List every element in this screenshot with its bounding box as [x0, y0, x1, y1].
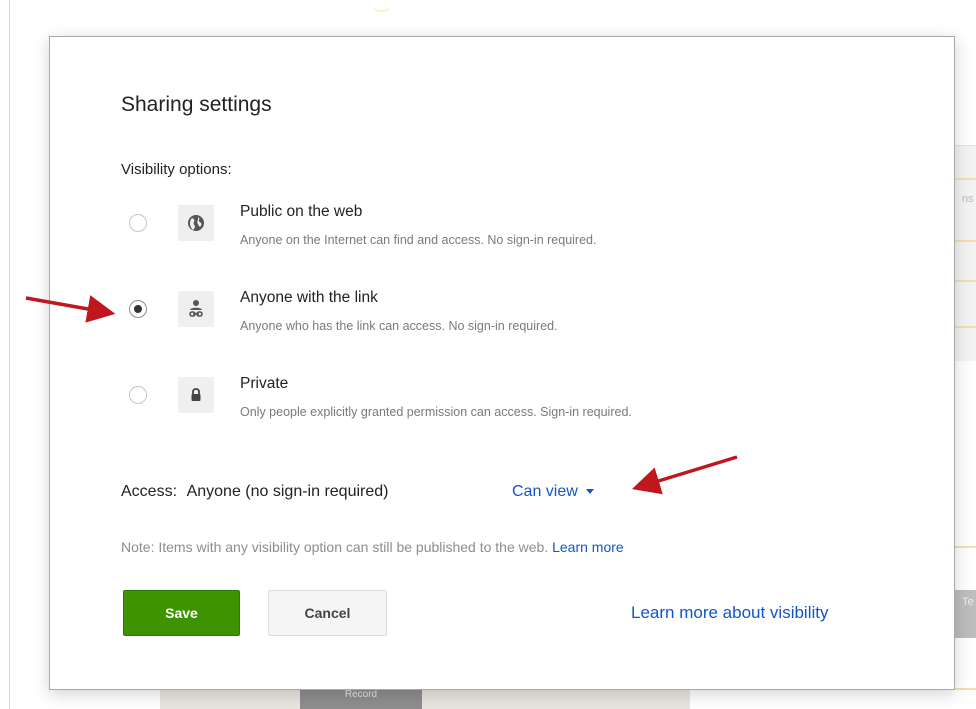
- save-button[interactable]: Save: [123, 590, 240, 636]
- lock-icon: [178, 377, 214, 413]
- option-public-on-web[interactable]: Public on the web Anyone on the Internet…: [124, 201, 824, 261]
- sharing-settings-dialog: Sharing settings Visibility options: Pub…: [49, 36, 955, 690]
- background-divider: [9, 0, 10, 709]
- option-title: Anyone with the link: [240, 289, 378, 306]
- globe-icon: [178, 205, 214, 241]
- background-text-fragment: ns: [962, 193, 974, 205]
- note-body: Note: Items with any visibility option c…: [121, 539, 549, 555]
- radio-public-on-web[interactable]: [129, 214, 147, 232]
- background-button-label: Record: [344, 689, 378, 700]
- option-description: Anyone on the Internet can find and acce…: [240, 233, 597, 247]
- option-description: Anyone who has the link can access. No s…: [240, 319, 558, 333]
- option-anyone-with-link[interactable]: Anyone with the link Anyone who has the …: [124, 287, 824, 347]
- radio-private[interactable]: [129, 386, 147, 404]
- background-tab-label: Te: [962, 596, 974, 608]
- visibility-options-label: Visibility options:: [121, 161, 232, 178]
- access-row: Access: Anyone (no sign-in required): [121, 483, 388, 501]
- option-title: Public on the web: [240, 203, 363, 220]
- option-title: Private: [240, 375, 289, 392]
- note-text: Note: Items with any visibility option c…: [121, 539, 624, 555]
- dialog-title: Sharing settings: [121, 93, 272, 116]
- radio-selected-dot: [134, 305, 142, 313]
- access-value: Anyone (no sign-in required): [186, 483, 389, 500]
- person-link-icon: [178, 291, 214, 327]
- learn-more-visibility-link[interactable]: Learn more about visibility: [631, 603, 828, 623]
- option-description: Only people explicitly granted permissio…: [240, 405, 632, 419]
- access-label: Access:: [121, 483, 178, 500]
- radio-anyone-with-link[interactable]: [129, 300, 147, 318]
- learn-more-link[interactable]: Learn more: [552, 539, 624, 555]
- permission-dropdown[interactable]: Can view: [512, 483, 594, 501]
- option-private[interactable]: Private Only people explicitly granted p…: [124, 373, 824, 433]
- chevron-down-icon: [585, 489, 594, 495]
- background-decoration: [373, 0, 391, 12]
- cancel-button[interactable]: Cancel: [268, 590, 387, 636]
- permission-label: Can view: [512, 483, 578, 500]
